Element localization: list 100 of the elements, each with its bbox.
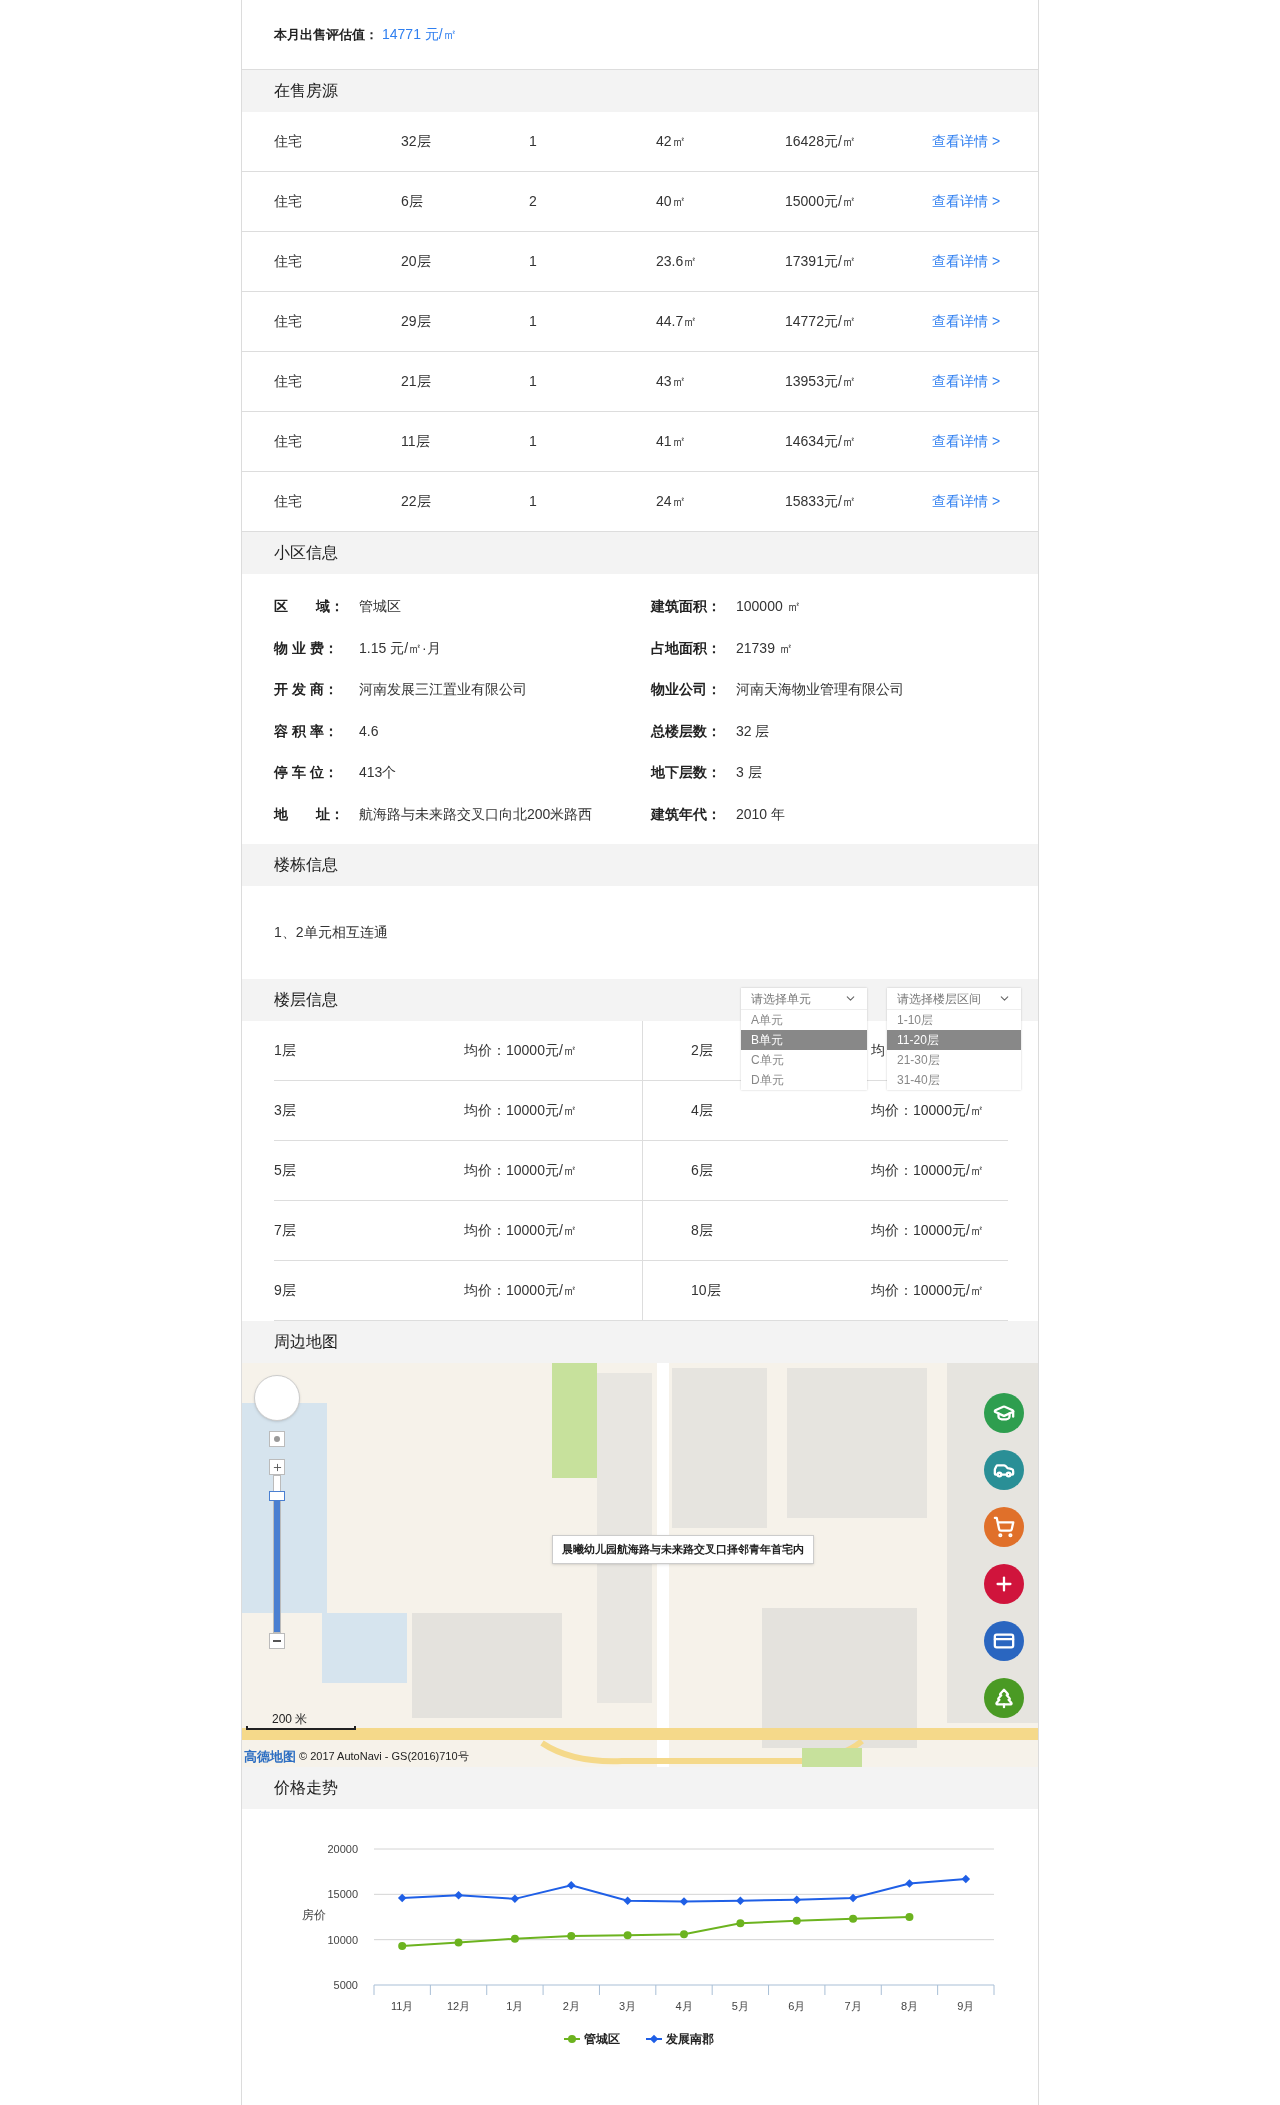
section-title: 楼栋信息 bbox=[274, 855, 338, 875]
dropdown-option[interactable]: A单元 bbox=[741, 1010, 867, 1030]
table-cell-text: 住宅 bbox=[274, 432, 303, 451]
info-label: 停 车 位： bbox=[274, 763, 339, 783]
legend-marker bbox=[563, 2035, 581, 2043]
section-title: 周边地图 bbox=[274, 1332, 338, 1352]
data-point bbox=[792, 1895, 801, 1904]
table-cell-text: 1 bbox=[529, 432, 538, 451]
info-value: 100000 ㎡ bbox=[736, 597, 801, 617]
table-cell-text: 41㎡ bbox=[656, 432, 687, 451]
section-title: 在售房源 bbox=[274, 81, 338, 101]
table-cell-text: 住宅 bbox=[274, 372, 303, 391]
table-cell-text: 1 bbox=[529, 132, 538, 151]
x-tick-label: 5月 bbox=[731, 2000, 749, 2012]
dropdown-option[interactable]: 11-20层 bbox=[887, 1030, 1021, 1050]
floor-price: 均价：10000元/㎡ bbox=[871, 1281, 984, 1300]
table-cell-text: 住宅 bbox=[274, 192, 303, 211]
table-cell-text: 23.6㎡ bbox=[656, 252, 699, 271]
details-link[interactable]: 查看详情 > bbox=[932, 311, 1001, 332]
data-point bbox=[567, 1932, 576, 1941]
table-cell-text: 住宅 bbox=[274, 132, 303, 151]
info-label: 占地面积： bbox=[651, 638, 722, 658]
table-cell-text: 1 bbox=[529, 372, 538, 391]
info-value: 21739 ㎡ bbox=[736, 638, 793, 658]
select-field[interactable]: 请选择楼层区间 bbox=[887, 988, 1021, 1010]
info-label: 地 址： bbox=[274, 804, 345, 824]
details-link[interactable]: 查看详情 > bbox=[932, 191, 1001, 212]
data-point bbox=[567, 1881, 576, 1890]
data-point bbox=[905, 1879, 914, 1888]
floor-label: 7层 bbox=[274, 1222, 296, 1238]
x-tick-label: 6月 bbox=[788, 2000, 806, 2012]
y-tick-label: 10000 bbox=[327, 1933, 358, 1946]
table-cell-text: 20层 bbox=[401, 252, 432, 271]
data-point bbox=[792, 1916, 801, 1925]
details-link[interactable]: 查看详情 > bbox=[932, 491, 1001, 512]
scale-label: 200 米 bbox=[271, 1713, 309, 1726]
floor-price: 均价：10000元/㎡ bbox=[871, 1101, 984, 1120]
dropdown-option[interactable]: 1-10层 bbox=[887, 1010, 1021, 1030]
section-title: 楼层信息 bbox=[274, 990, 338, 1010]
dropdown-option[interactable]: B单元 bbox=[741, 1030, 867, 1050]
data-point bbox=[623, 1931, 632, 1940]
data-point bbox=[397, 1893, 407, 1903]
info-value: 河南发展三江置业有限公司 bbox=[359, 680, 527, 700]
legend-label: 发展南郡 bbox=[666, 2032, 714, 2046]
table-cell-text: 21层 bbox=[401, 372, 432, 391]
table-cell-text: 1 bbox=[529, 312, 538, 331]
floor-price: 均价：10000元/㎡ bbox=[464, 1221, 577, 1240]
zoom-in-button[interactable] bbox=[269, 1459, 285, 1475]
graduation-cap-icon bbox=[993, 1402, 1015, 1424]
y-tick-label: 15000 bbox=[327, 1888, 358, 1901]
table-cell-text: 住宅 bbox=[274, 252, 303, 271]
dropdown-option[interactable]: C单元 bbox=[741, 1050, 867, 1070]
zoom-out-button[interactable] bbox=[269, 1633, 285, 1649]
table-cell-text: 2 bbox=[529, 192, 538, 211]
info-label: 容 积 率： bbox=[274, 721, 339, 741]
info-value: 航海路与未来路交叉口向北200米路西 bbox=[359, 804, 593, 824]
select-field[interactable]: 请选择单元 bbox=[741, 988, 867, 1010]
info-value: 管城区 bbox=[359, 597, 401, 617]
table-cell-text: 住宅 bbox=[274, 492, 303, 511]
data-point bbox=[679, 1897, 689, 1906]
data-point bbox=[849, 1914, 858, 1923]
summary-value: 14771 元/㎡ bbox=[382, 25, 457, 44]
dropdown-option[interactable]: 31-40层 bbox=[887, 1070, 1021, 1090]
y-axis-label: 房价 bbox=[302, 1908, 326, 1922]
table-cell-text: 24㎡ bbox=[656, 492, 687, 511]
floor-label: 8层 bbox=[691, 1222, 713, 1238]
data-point bbox=[454, 1891, 463, 1900]
y-tick-label: 20000 bbox=[327, 1843, 358, 1855]
map-popup: 晨曦幼儿园航海路与未来路交叉口择邻青年首宅内 bbox=[552, 1535, 814, 1564]
details-link[interactable]: 查看详情 > bbox=[932, 131, 1001, 152]
info-value: 413个 bbox=[359, 763, 397, 783]
data-point bbox=[680, 1930, 688, 1939]
details-link[interactable]: 查看详情 > bbox=[932, 431, 1001, 452]
info-value: 2010 年 bbox=[736, 804, 786, 824]
floor-label: 6层 bbox=[691, 1162, 713, 1178]
x-tick-label: 11月 bbox=[390, 2000, 414, 2012]
data-point bbox=[398, 1942, 407, 1950]
section-title: 小区信息 bbox=[274, 543, 338, 563]
info-label: 物业公司： bbox=[651, 680, 722, 700]
dropdown-option[interactable]: D单元 bbox=[741, 1070, 867, 1090]
data-point bbox=[905, 1913, 914, 1921]
locate-button[interactable] bbox=[269, 1431, 285, 1447]
table-cell-text: 1 bbox=[529, 252, 538, 271]
table-cell-text: 29层 bbox=[401, 312, 432, 331]
details-link[interactable]: 查看详情 > bbox=[932, 251, 1001, 272]
details-link[interactable]: 查看详情 > bbox=[932, 371, 1001, 392]
floor-price: 均价：10000元/㎡ bbox=[464, 1101, 577, 1120]
data-point bbox=[510, 1894, 520, 1904]
table-cell-text: 14634元/㎡ bbox=[785, 432, 857, 451]
table-cell-text: 13953元/㎡ bbox=[785, 372, 857, 391]
zoom-handle[interactable] bbox=[269, 1491, 285, 1502]
credit-card-icon bbox=[993, 1630, 1015, 1652]
dropdown-option[interactable]: 21-30层 bbox=[887, 1050, 1021, 1070]
data-point bbox=[961, 1874, 971, 1884]
info-label: 开 发 商： bbox=[274, 680, 339, 700]
x-tick-label: 1月 bbox=[506, 2000, 524, 2012]
info-value: 1.15 元/㎡·月 bbox=[359, 638, 441, 658]
floor-price: 均价：10000元/㎡ bbox=[871, 1161, 984, 1180]
x-tick-label: 7月 bbox=[844, 2000, 862, 2012]
map-logo: 高德地图 bbox=[244, 1747, 296, 1766]
